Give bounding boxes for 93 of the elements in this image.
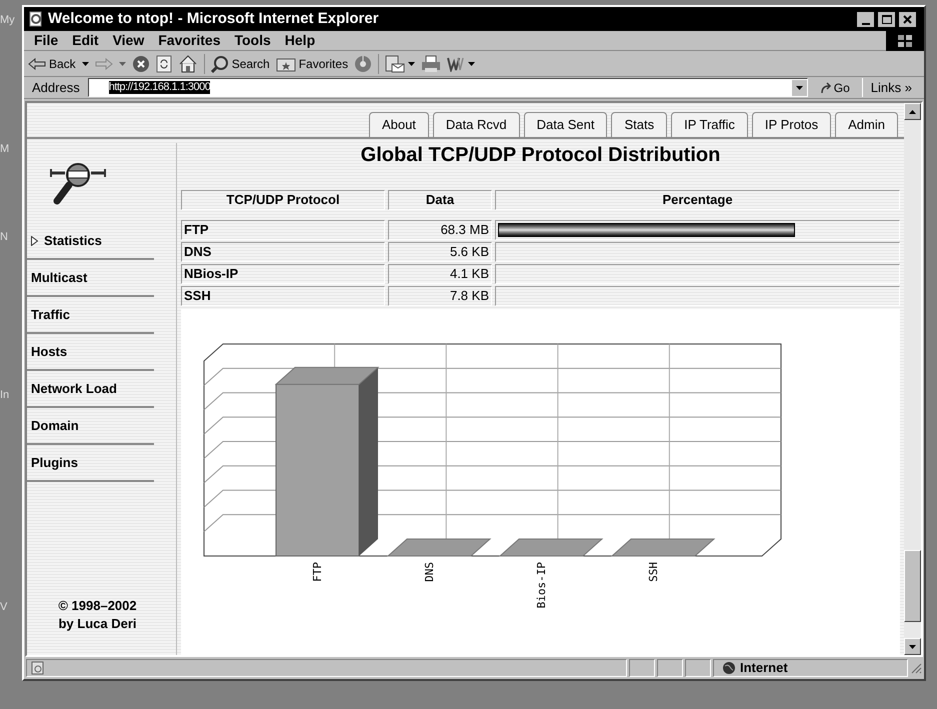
print-button[interactable] (421, 54, 442, 72)
page-icon (31, 661, 45, 675)
window-title: Welcome to ntop! - Microsoft Internet Explorer (48, 8, 380, 29)
sidebar-item[interactable]: Domain (27, 408, 154, 445)
page-heading: Global TCP/UDP Protocol Distribution (360, 143, 722, 167)
sidebar-item[interactable]: Hosts (27, 334, 154, 371)
status-pane (629, 659, 655, 677)
table-cell: SSH (181, 286, 385, 306)
media-button[interactable] (354, 54, 372, 72)
up-arrow-icon (909, 110, 916, 114)
sidebar-item[interactable]: Network Load (27, 371, 154, 408)
forward-arrow-icon (94, 58, 113, 70)
table-cell: FTP (181, 220, 385, 240)
caret-icon (408, 62, 416, 66)
scroll-up-button[interactable] (904, 103, 921, 120)
table-cell: 5.6 KB (388, 242, 492, 262)
document-edit-icon (447, 56, 466, 72)
sidebar-item[interactable]: Statistics (27, 223, 154, 260)
copyright-text: by Luca Deri (58, 615, 137, 633)
disc-icon (354, 54, 372, 72)
category-label: Bios-IP (535, 562, 548, 608)
table-cell: 7.8 KB (388, 286, 492, 306)
column-header: Data (388, 190, 492, 210)
envelope-icon (385, 54, 406, 72)
maximize-button[interactable] (878, 12, 895, 26)
table-cell: DNS (181, 242, 385, 262)
caret-icon (118, 62, 126, 66)
close-button[interactable] (899, 12, 916, 26)
menu-item[interactable]: Favorites (152, 30, 226, 51)
address-label: Address (31, 78, 81, 97)
home-button[interactable] (178, 54, 198, 72)
stop-icon (132, 54, 150, 72)
menu-item[interactable]: Tools (228, 30, 277, 51)
refresh-button[interactable] (156, 54, 172, 72)
favorites-button[interactable]: Favorites (276, 54, 348, 72)
table-cell: 4.1 KB (388, 264, 492, 284)
category-label: FTP (311, 562, 324, 582)
refresh-icon (156, 54, 172, 72)
column-header: Percentage (495, 190, 900, 210)
links-button[interactable]: Links » (862, 78, 920, 98)
home-icon (178, 54, 198, 72)
dropdown-icon (792, 80, 807, 96)
globe-icon (722, 661, 736, 675)
nav-tab[interactable]: About (368, 112, 429, 137)
resize-grip-icon (910, 662, 922, 674)
printer-icon (421, 54, 442, 72)
sidebar-item[interactable]: Traffic (27, 297, 154, 334)
go-arrow-icon (820, 82, 832, 94)
maximize-icon (882, 14, 892, 24)
caret-icon (468, 62, 476, 66)
table-cell: 68.3 MB (388, 220, 492, 240)
scroll-down-button[interactable] (904, 638, 921, 655)
menu-item[interactable]: Edit (66, 30, 105, 51)
scroll-thumb[interactable] (904, 550, 921, 622)
back-button[interactable]: Back (28, 54, 76, 72)
nav-tab[interactable]: IP Protos (752, 112, 832, 137)
column-header: TCP/UDP Protocol (181, 190, 385, 210)
down-arrow-icon (909, 644, 916, 648)
status-pane (685, 659, 711, 677)
menu-item[interactable]: View (106, 30, 150, 51)
page-icon (28, 11, 44, 27)
caret-icon (82, 62, 89, 66)
scrollbar[interactable] (904, 103, 921, 655)
sidebar-item[interactable]: Multicast (27, 260, 154, 297)
dropdown-button[interactable] (82, 62, 89, 66)
search-button[interactable]: Search (210, 54, 270, 72)
address-text: http://192.168.1.1:3000 (108, 81, 210, 94)
close-icon (903, 14, 912, 24)
category-label: DNS (423, 562, 436, 582)
nav-tab[interactable]: Stats (611, 112, 668, 137)
nav-tab[interactable]: IP Traffic (671, 112, 748, 137)
windows-logo-icon (897, 34, 913, 48)
menu-item[interactable]: File (28, 30, 64, 51)
nav-tab[interactable]: Data Rcvd (432, 112, 520, 137)
back-arrow-icon (28, 58, 46, 70)
stop-button[interactable] (132, 54, 150, 72)
menu-item[interactable]: Help (278, 30, 322, 51)
status-pane (657, 659, 683, 677)
nav-tab[interactable]: Admin (835, 112, 898, 137)
mail-button[interactable] (385, 54, 416, 72)
minimize-icon (862, 22, 870, 24)
minimize-button[interactable] (857, 12, 874, 26)
go-button[interactable]: Go (812, 78, 858, 96)
address-field[interactable]: http://192.168.1.1:3000 (88, 78, 808, 97)
table-cell: NBios-IP (181, 264, 385, 284)
edit-button[interactable] (447, 56, 476, 72)
nav-tab[interactable]: Data Sent (524, 112, 608, 137)
zone-label: Internet (740, 659, 788, 678)
copyright-text: © 1998–2002 (58, 597, 137, 615)
category-label: SSH (647, 562, 660, 582)
magnifier-logo-icon (49, 161, 107, 205)
sidebar-item[interactable]: Plugins (27, 445, 154, 482)
magnifier-icon (210, 54, 229, 72)
